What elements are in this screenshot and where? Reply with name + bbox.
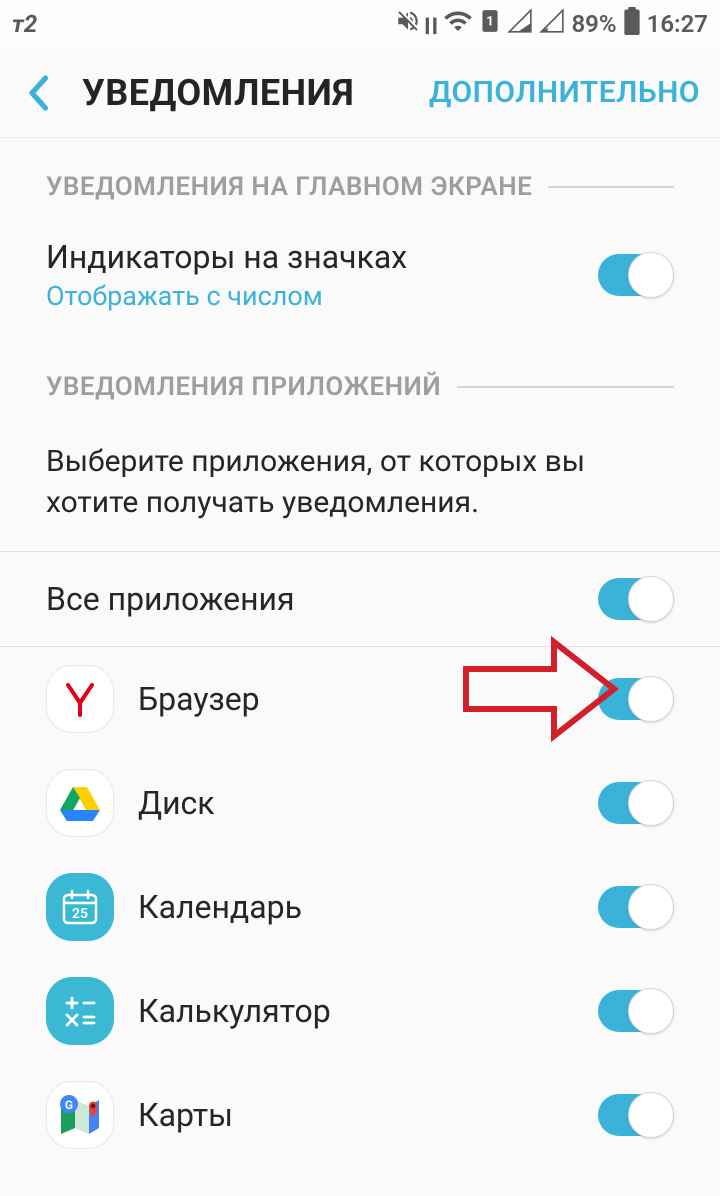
all-apps-label: Все приложения bbox=[46, 580, 295, 618]
signal-1-icon bbox=[507, 8, 533, 40]
mute-icon bbox=[395, 8, 421, 40]
battery-icon bbox=[623, 7, 641, 41]
app-row-calendar[interactable]: 25 Календарь bbox=[0, 855, 720, 959]
app-toggle[interactable] bbox=[598, 678, 674, 720]
app-label: Календарь bbox=[138, 888, 302, 926]
header-bar: УВЕДОМЛЕНИЯ ДОПОЛНИТЕЛЬНО bbox=[0, 48, 720, 138]
app-label: Диск bbox=[138, 784, 215, 822]
app-row-calculator[interactable]: Калькулятор bbox=[0, 959, 720, 1063]
app-toggle[interactable] bbox=[598, 782, 674, 824]
badge-subtitle: Отображать с числом bbox=[46, 280, 407, 312]
badge-indicators-row[interactable]: Индикаторы на значках Отображать с число… bbox=[0, 220, 720, 338]
section-header-home-screen: УВЕДОМЛЕНИЯ НА ГЛАВНОМ ЭКРАНЕ bbox=[0, 138, 720, 220]
app-label: Калькулятор bbox=[138, 992, 331, 1030]
page-title: УВЕДОМЛЕНИЯ bbox=[82, 72, 354, 114]
battery-percent: 89% bbox=[571, 10, 616, 38]
app-toggle[interactable] bbox=[598, 886, 674, 928]
vibrate-icon: ❙❙ bbox=[421, 15, 436, 34]
app-notifications-description: Выберите приложения, от которых вы хотит… bbox=[0, 420, 720, 552]
status-bar: т2 ❙❙ 1 89% 16:27 bbox=[0, 0, 720, 48]
google-drive-icon bbox=[46, 769, 114, 837]
section-header-label: УВЕДОМЛЕНИЯ НА ГЛАВНОМ ЭКРАНЕ bbox=[46, 172, 532, 202]
app-list: Все приложения Браузер Диск 25 Календарь bbox=[0, 552, 720, 1167]
wifi-icon bbox=[443, 8, 473, 40]
carrier-label: т2 bbox=[12, 10, 37, 38]
google-maps-icon: G bbox=[46, 1081, 114, 1149]
svg-text:G: G bbox=[65, 1098, 73, 1112]
app-row-browser[interactable]: Браузер bbox=[0, 647, 720, 751]
yandex-browser-icon bbox=[46, 665, 114, 733]
signal-2-icon bbox=[539, 8, 565, 40]
app-toggle[interactable] bbox=[598, 1094, 674, 1136]
svg-text:1: 1 bbox=[487, 14, 494, 29]
svg-text:25: 25 bbox=[72, 906, 88, 922]
all-apps-row[interactable]: Все приложения bbox=[0, 552, 720, 647]
app-label: Карты bbox=[138, 1096, 233, 1134]
time-label: 16:27 bbox=[647, 10, 708, 38]
all-apps-toggle[interactable] bbox=[598, 578, 674, 620]
advanced-button[interactable]: ДОПОЛНИТЕЛЬНО bbox=[429, 75, 700, 110]
divider bbox=[548, 186, 674, 188]
app-row-maps[interactable]: G Карты bbox=[0, 1063, 720, 1167]
app-toggle[interactable] bbox=[598, 990, 674, 1032]
section-header-app-notifications: УВЕДОМЛЕНИЯ ПРИЛОЖЕНИЙ bbox=[0, 338, 720, 420]
app-row-drive[interactable]: Диск bbox=[0, 751, 720, 855]
badge-toggle[interactable] bbox=[598, 254, 674, 296]
section-header-label: УВЕДОМЛЕНИЯ ПРИЛОЖЕНИЙ bbox=[46, 372, 441, 402]
sim-icon: 1 bbox=[479, 8, 501, 40]
divider bbox=[457, 386, 674, 388]
badge-title: Индикаторы на значках bbox=[46, 238, 407, 276]
back-button[interactable] bbox=[16, 71, 60, 115]
calculator-icon bbox=[46, 977, 114, 1045]
calendar-icon: 25 bbox=[46, 873, 114, 941]
app-label: Браузер bbox=[138, 680, 260, 718]
